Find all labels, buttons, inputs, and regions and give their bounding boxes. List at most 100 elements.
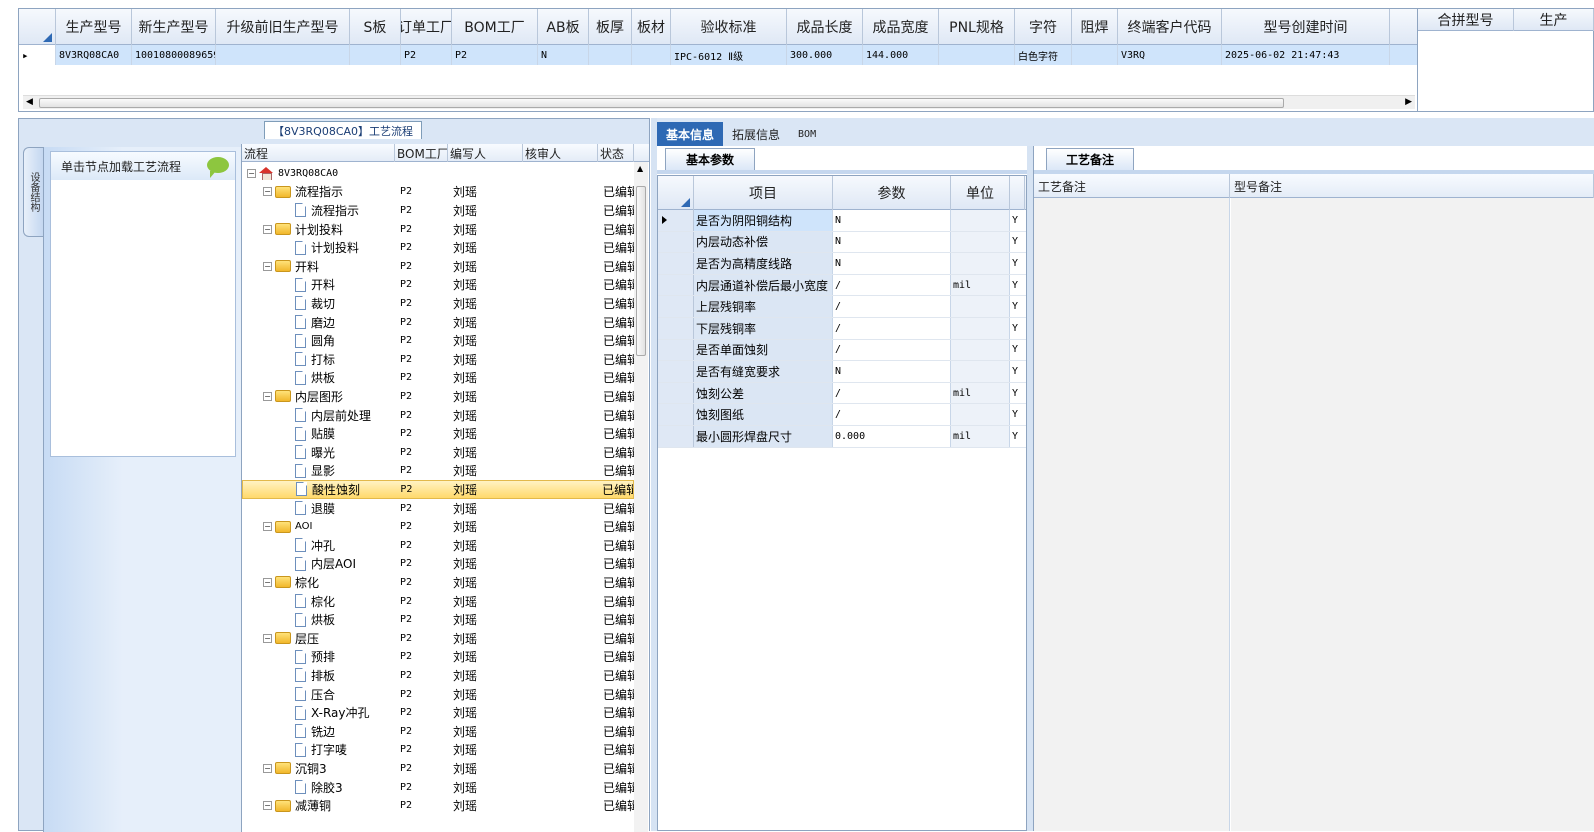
tree-leaf-node[interactable]: 烘板 P2 刘瑶 已编辑 (242, 369, 634, 388)
tab-extended-info[interactable]: 拓展信息 (723, 122, 789, 146)
tree-folder-node[interactable]: − 沉铜3 P2 刘瑶 已编辑 (242, 759, 634, 778)
tree-leaf-node[interactable]: 显影 P2 刘瑶 已编辑 (242, 462, 634, 481)
column-header[interactable]: 项目 (694, 176, 833, 210)
table-cell[interactable] (216, 45, 350, 65)
param-value[interactable]: N (833, 210, 951, 231)
column-header[interactable]: 成品宽度 (863, 9, 939, 45)
tree-leaf-node[interactable]: 冲孔 P2 刘瑶 已编辑 (242, 536, 634, 555)
tree-leaf-node[interactable]: 棕化 P2 刘瑶 已编辑 (242, 592, 634, 611)
param-row[interactable]: 是否为高精度线路 N Y (658, 253, 1026, 275)
param-value[interactable]: / (833, 318, 951, 339)
tree-folder-node[interactable]: − 流程指示 P2 刘瑶 已编辑 (242, 183, 634, 202)
column-header[interactable]: 单位 (951, 176, 1010, 210)
column-header[interactable]: 流程 (242, 144, 395, 162)
table-cell[interactable]: 10010800089659 (132, 45, 216, 65)
column-header[interactable]: 字符 (1015, 9, 1072, 45)
table-cell[interactable]: P2 (401, 45, 452, 65)
tree-leaf-node[interactable]: 开料 P2 刘瑶 已编辑 (242, 276, 634, 295)
tab-basic-info[interactable]: 基本信息 (657, 122, 724, 146)
tab-bom[interactable]: BOM (789, 122, 825, 146)
table-cell[interactable]: V3RQ (1118, 45, 1222, 65)
param-value[interactable]: N (833, 361, 951, 382)
tree-leaf-node[interactable]: 酸性蚀刻 P2 刘瑶 已编辑 (242, 480, 634, 499)
column-header[interactable]: 订单工厂 (401, 9, 452, 45)
param-row[interactable]: 蚀刻公差 / mil Y (658, 382, 1026, 405)
row-indicator[interactable] (658, 210, 694, 231)
column-header[interactable]: PNL规格 (939, 9, 1015, 45)
param-row[interactable]: 内层动态补偿 N Y (658, 231, 1026, 254)
param-value[interactable]: / (833, 339, 951, 361)
tree-folder-node[interactable]: − 棕化 P2 刘瑶 已编辑 (242, 573, 634, 592)
tree-leaf-node[interactable]: 计划投料 P2 刘瑶 已编辑 (242, 238, 634, 257)
column-header[interactable]: BOM工厂 (395, 144, 448, 162)
tree-leaf-node[interactable]: 磨边 P2 刘瑶 已编辑 (242, 313, 634, 332)
tab-basic-params[interactable]: 基本参数 (665, 148, 755, 170)
collapse-icon[interactable]: − (263, 801, 272, 811)
column-header[interactable]: 升级前旧生产型号 (216, 9, 350, 45)
row-indicator[interactable] (658, 404, 694, 425)
param-row[interactable]: 上层残铜率 / Y (658, 296, 1026, 318)
table-cell[interactable]: 300.000 (787, 45, 863, 65)
model-remark-field[interactable] (1231, 198, 1594, 831)
param-row[interactable]: 是否有缝宽要求 N Y (658, 361, 1026, 383)
column-header[interactable]: 新生产型号 (132, 9, 216, 45)
tree-leaf-node[interactable]: 打标 P2 刘瑶 已编辑 (242, 350, 634, 369)
tree-node-root[interactable]: − 8V3RQ08CA0 (242, 164, 634, 183)
tree-leaf-node[interactable]: 流程指示 P2 刘瑶 已编辑 (242, 201, 634, 220)
table-cell[interactable]: 8V3RQ08CA0 (56, 45, 132, 65)
scroll-up-icon[interactable]: ▲ (637, 164, 643, 173)
column-header[interactable]: 核审人 (523, 144, 598, 162)
tree-leaf-node[interactable]: X-Ray冲孔 P2 刘瑶 已编辑 (242, 703, 634, 722)
collapse-icon[interactable]: − (263, 224, 272, 234)
tree-leaf-node[interactable]: 裁切 P2 刘瑶 已编辑 (242, 294, 634, 313)
column-header[interactable]: 阻焊 (1072, 9, 1118, 45)
column-header[interactable]: AB板 (538, 9, 589, 45)
tree-leaf-node[interactable]: 圆角 P2 刘瑶 已编辑 (242, 331, 634, 350)
horizontal-scrollbar[interactable]: ◀ ▶ (23, 95, 1415, 109)
column-header[interactable]: 成品长度 (787, 9, 863, 45)
collapse-icon[interactable]: − (263, 522, 272, 532)
column-header[interactable]: 型号创建时间 (1222, 9, 1390, 45)
tree-folder-node[interactable]: − AOI P2 刘瑶 已编辑 (242, 517, 634, 536)
scroll-left-icon[interactable]: ◀ (26, 97, 33, 107)
column-header[interactable]: 编写人 (448, 144, 523, 162)
tree-leaf-node[interactable]: 铣边 P2 刘瑶 已编辑 (242, 722, 634, 741)
row-indicator[interactable] (658, 426, 694, 447)
param-value[interactable]: / (833, 274, 951, 296)
tab-process-remark[interactable]: 工艺备注 (1046, 148, 1134, 170)
column-header[interactable]: 终端客户代码 (1118, 9, 1222, 45)
collapse-icon[interactable]: − (263, 633, 272, 643)
row-indicator[interactable] (658, 382, 694, 404)
tree-folder-node[interactable]: − 层压 P2 刘瑶 已编辑 (242, 629, 634, 648)
tree-folder-node[interactable]: − 内层图形 P2 刘瑶 已编辑 (242, 387, 634, 406)
param-row[interactable]: 是否单面蚀刻 / Y (658, 339, 1026, 362)
row-indicator[interactable] (658, 231, 694, 253)
table-cell[interactable] (939, 45, 1015, 65)
row-indicator[interactable] (658, 296, 694, 317)
table-row[interactable]: ▸ 8V3RQ08CA0 10010800089659 P2 P2 N IPC-6012 Ⅱ… (19, 45, 1417, 65)
table-cell[interactable]: N (538, 45, 589, 65)
column-header[interactable]: 生产型号 (56, 9, 132, 45)
collapse-icon[interactable]: − (263, 391, 272, 401)
column-header[interactable]: 生产 (1514, 9, 1594, 31)
table-cell[interactable] (632, 45, 671, 65)
scrollbar-thumb[interactable] (636, 186, 646, 356)
column-header[interactable]: 参数 (833, 176, 951, 210)
param-value[interactable]: / (833, 404, 951, 425)
table-cell[interactable]: P2 (452, 45, 538, 65)
param-value[interactable]: N (833, 253, 951, 274)
row-indicator[interactable] (658, 253, 694, 274)
table-cell[interactable] (589, 45, 632, 65)
column-header[interactable]: 合拼型号 (1418, 9, 1514, 31)
tree-leaf-node[interactable]: 曝光 P2 刘瑶 已编辑 (242, 443, 634, 462)
param-row[interactable]: 蚀刻图纸 / Y (658, 404, 1026, 426)
param-row[interactable]: 是否为阴阳铜结构 N Y (658, 210, 1026, 232)
param-row[interactable]: 内层通道补偿后最小宽度 / mil Y (658, 274, 1026, 297)
tree-leaf-node[interactable]: 烘板 P2 刘瑶 已编辑 (242, 610, 634, 629)
table-cell[interactable]: 144.000 (863, 45, 939, 65)
tree-folder-node[interactable]: − 计划投料 P2 刘瑶 已编辑 (242, 220, 634, 239)
table-cell[interactable] (1072, 45, 1118, 65)
tree-folder-node[interactable]: − 减薄铜 P2 刘瑶 已编辑 (242, 796, 634, 815)
column-header[interactable]: 验收标准 (671, 9, 787, 45)
table-cell[interactable]: 2025-06-02 21:47:43 (1222, 45, 1390, 65)
